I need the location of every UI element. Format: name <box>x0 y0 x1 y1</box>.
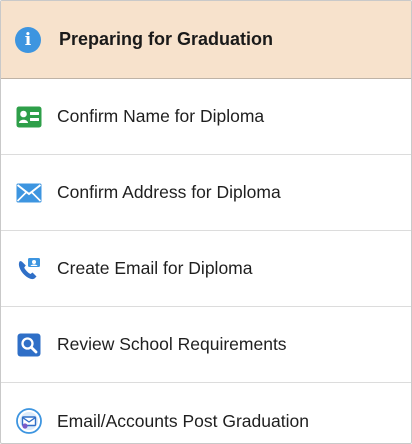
menu-item-create-email[interactable]: Create Email for Diploma <box>1 231 411 307</box>
menu-item-confirm-address[interactable]: Confirm Address for Diploma <box>1 155 411 231</box>
info-icon: i <box>15 26 41 53</box>
menu-item-review-requirements[interactable]: Review School Requirements <box>1 307 411 383</box>
search-icon <box>15 331 43 359</box>
graduation-panel: i Preparing for Graduation Confirm Name … <box>0 0 412 444</box>
menu-item-label: Create Email for Diploma <box>57 258 253 278</box>
menu-item-email-accounts[interactable]: Email/Accounts Post Graduation <box>1 383 411 443</box>
menu-item-confirm-name[interactable]: Confirm Name for Diploma <box>1 79 411 155</box>
menu-item-label: Confirm Address for Diploma <box>57 182 281 202</box>
menu-item-label: Confirm Name for Diploma <box>57 106 265 126</box>
menu-item-label: Email/Accounts Post Graduation <box>57 410 309 431</box>
panel-header: i Preparing for Graduation <box>1 1 411 79</box>
envelope-icon <box>15 179 43 207</box>
menu-item-label: Review School Requirements <box>57 334 287 354</box>
phone-contact-icon <box>15 255 43 283</box>
name-card-icon <box>15 103 43 131</box>
email-accounts-icon <box>15 407 43 435</box>
panel-title: Preparing for Graduation <box>59 29 274 49</box>
